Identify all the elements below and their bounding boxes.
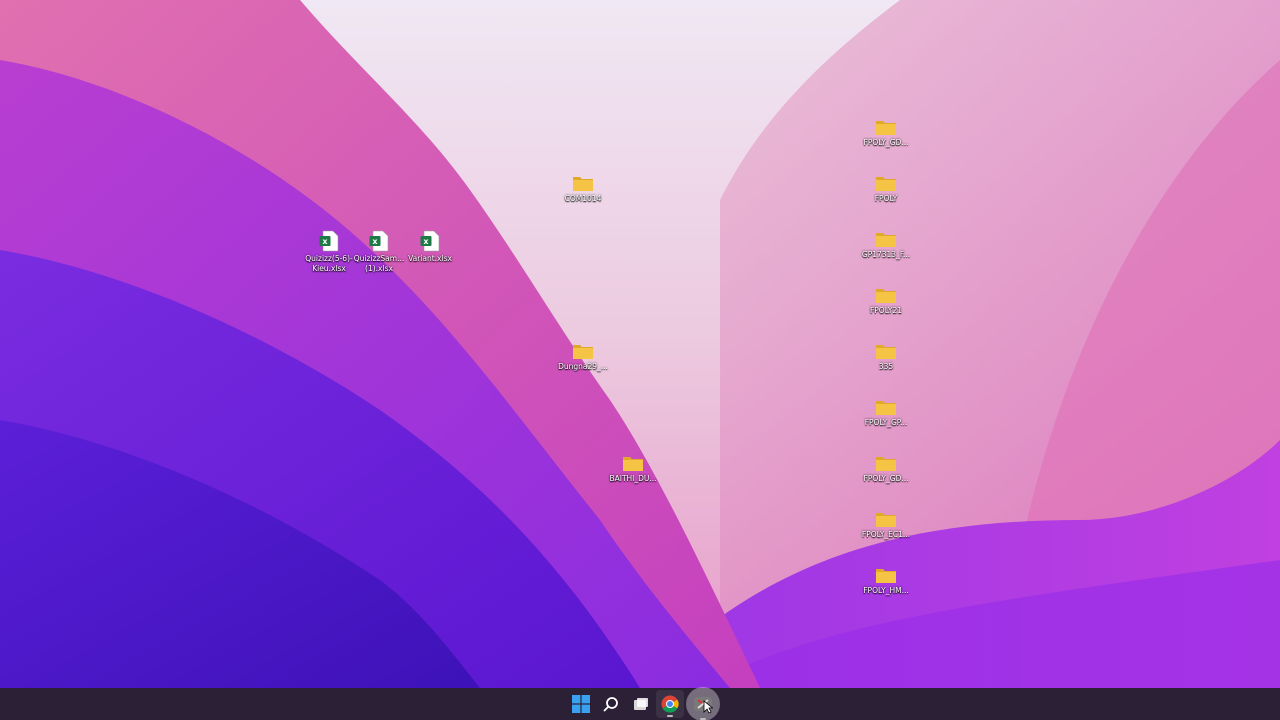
folder-icon bbox=[876, 233, 896, 247]
desktop-folder-fpoly-gd-1[interactable]: FPOLY_GD... bbox=[856, 119, 916, 148]
folder-label: FPOLY21 bbox=[869, 306, 903, 315]
svg-text:x: x bbox=[372, 237, 378, 246]
file-label: Variant.xlsx bbox=[408, 254, 452, 263]
folder-icon bbox=[876, 121, 896, 135]
desktop-folder-335[interactable]: 335 bbox=[856, 343, 916, 372]
desktop-folder-fpoly21[interactable]: FPOLY21 bbox=[856, 287, 916, 316]
folder-label: FPOLY_GD... bbox=[863, 138, 909, 147]
excel-file-icon: x bbox=[369, 230, 389, 252]
desktop[interactable]: x Quizizz(5-6)-Kieu.xlsx x QuizizzSam...… bbox=[0, 0, 1280, 688]
folder-label: FPOLY bbox=[874, 194, 898, 203]
folder-icon bbox=[876, 457, 896, 471]
folder-label: FPOLY_GD... bbox=[863, 474, 909, 483]
desktop-folder-fpoly-ec1[interactable]: FPOLY_EC1... bbox=[856, 511, 916, 540]
folder-label: FPOLY_GP... bbox=[864, 418, 908, 427]
folder-label: COM1014 bbox=[564, 194, 602, 203]
folder-icon bbox=[876, 177, 896, 191]
excel-file-icon: x bbox=[319, 230, 339, 252]
search-button[interactable] bbox=[597, 690, 625, 718]
folder-icon bbox=[876, 401, 896, 415]
task-view-icon bbox=[634, 698, 648, 710]
folder-label: Dungna29_... bbox=[558, 362, 608, 371]
chrome-button[interactable] bbox=[656, 690, 684, 718]
svg-text:x: x bbox=[423, 237, 429, 246]
folder-icon bbox=[876, 569, 896, 583]
desktop-file-variant[interactable]: x Variant.xlsx bbox=[400, 230, 460, 264]
desktop-folder-dungna29[interactable]: Dungna29_... bbox=[553, 343, 613, 372]
folder-icon bbox=[623, 457, 643, 471]
desktop-folder-fpoly-hm[interactable]: FPOLY_HM... bbox=[856, 567, 916, 596]
desktop-folder-fpoly-gd-2[interactable]: FPOLY_GD... bbox=[856, 455, 916, 484]
search-icon bbox=[603, 697, 618, 712]
folder-icon bbox=[573, 345, 593, 359]
desktop-folder-fpoly-gp[interactable]: FPOLY_GP... bbox=[856, 399, 916, 428]
folder-icon bbox=[573, 177, 593, 191]
folder-label: BAITHI_DU... bbox=[609, 474, 657, 483]
folder-icon bbox=[876, 345, 896, 359]
desktop-folder-gp17313[interactable]: GP17313_F... bbox=[856, 231, 916, 260]
folder-label: GP17313_F... bbox=[861, 250, 911, 259]
wallpaper bbox=[0, 0, 1280, 688]
start-button[interactable] bbox=[567, 690, 595, 718]
svg-text:x: x bbox=[322, 237, 328, 246]
chrome-icon bbox=[661, 695, 679, 713]
folder-label: FPOLY_EC1... bbox=[861, 530, 911, 539]
taskbar bbox=[0, 687, 1280, 720]
mouse-cursor-icon bbox=[703, 700, 713, 714]
desktop-folder-fpoly[interactable]: FPOLY bbox=[856, 175, 916, 204]
desktop-folder-com1014[interactable]: COM1014 bbox=[553, 175, 613, 204]
desktop-folder-baithi[interactable]: BAITHI_DU... bbox=[603, 455, 663, 484]
folder-label: 335 bbox=[878, 362, 894, 371]
running-indicator bbox=[667, 715, 673, 717]
folder-icon bbox=[876, 513, 896, 527]
task-view-button[interactable] bbox=[627, 690, 655, 718]
folder-icon bbox=[876, 289, 896, 303]
folder-label: FPOLY_HM... bbox=[863, 586, 909, 595]
excel-file-icon: x bbox=[420, 230, 440, 252]
windows-start-icon bbox=[572, 695, 590, 713]
